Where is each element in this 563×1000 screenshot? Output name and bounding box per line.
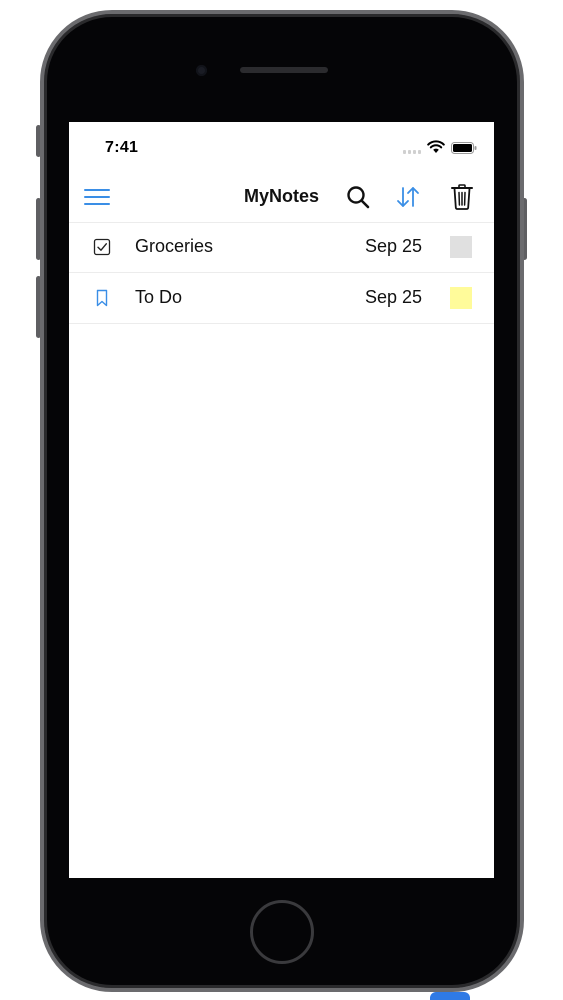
note-row[interactable]: To Do Sep 25 — [69, 273, 494, 324]
battery-icon — [451, 142, 477, 154]
page-title: MyNotes — [243, 186, 319, 206]
status-time: 7:41 — [105, 139, 139, 156]
checkbox-icon — [93, 238, 111, 256]
navigation-bar: MyNotes — [69, 172, 494, 223]
status-bar: 7:41 — [69, 122, 494, 172]
sort-arrows-icon — [397, 187, 419, 207]
search-icon — [347, 186, 370, 209]
bookmark-icon — [96, 289, 108, 307]
cellular-signal-icon — [403, 150, 423, 154]
note-color-swatch — [450, 236, 472, 258]
trash-icon — [451, 184, 473, 210]
note-row[interactable]: Groceries Sep 25 — [69, 222, 494, 273]
earpiece-speaker — [240, 67, 328, 73]
home-button[interactable] — [250, 900, 314, 964]
note-title: Groceries — [135, 236, 214, 256]
delete-button[interactable] — [447, 183, 477, 211]
search-button[interactable] — [343, 183, 373, 211]
note-color-swatch — [450, 287, 472, 309]
note-title: To Do — [135, 287, 183, 307]
note-date: Sep 25 — [365, 287, 423, 307]
note-date: Sep 25 — [365, 236, 423, 256]
app-screen: 7:41 MyNotes Groceries Sep 25 To Do Sep … — [69, 122, 494, 878]
wifi-icon — [427, 140, 445, 153]
sort-button[interactable] — [393, 183, 423, 211]
note-list: Groceries Sep 25 To Do Sep 25 — [69, 222, 494, 324]
stage: 7:41 MyNotes Groceries Sep 25 To Do Sep … — [0, 0, 563, 1000]
partial-icon — [430, 992, 470, 1000]
front-camera — [196, 65, 207, 76]
